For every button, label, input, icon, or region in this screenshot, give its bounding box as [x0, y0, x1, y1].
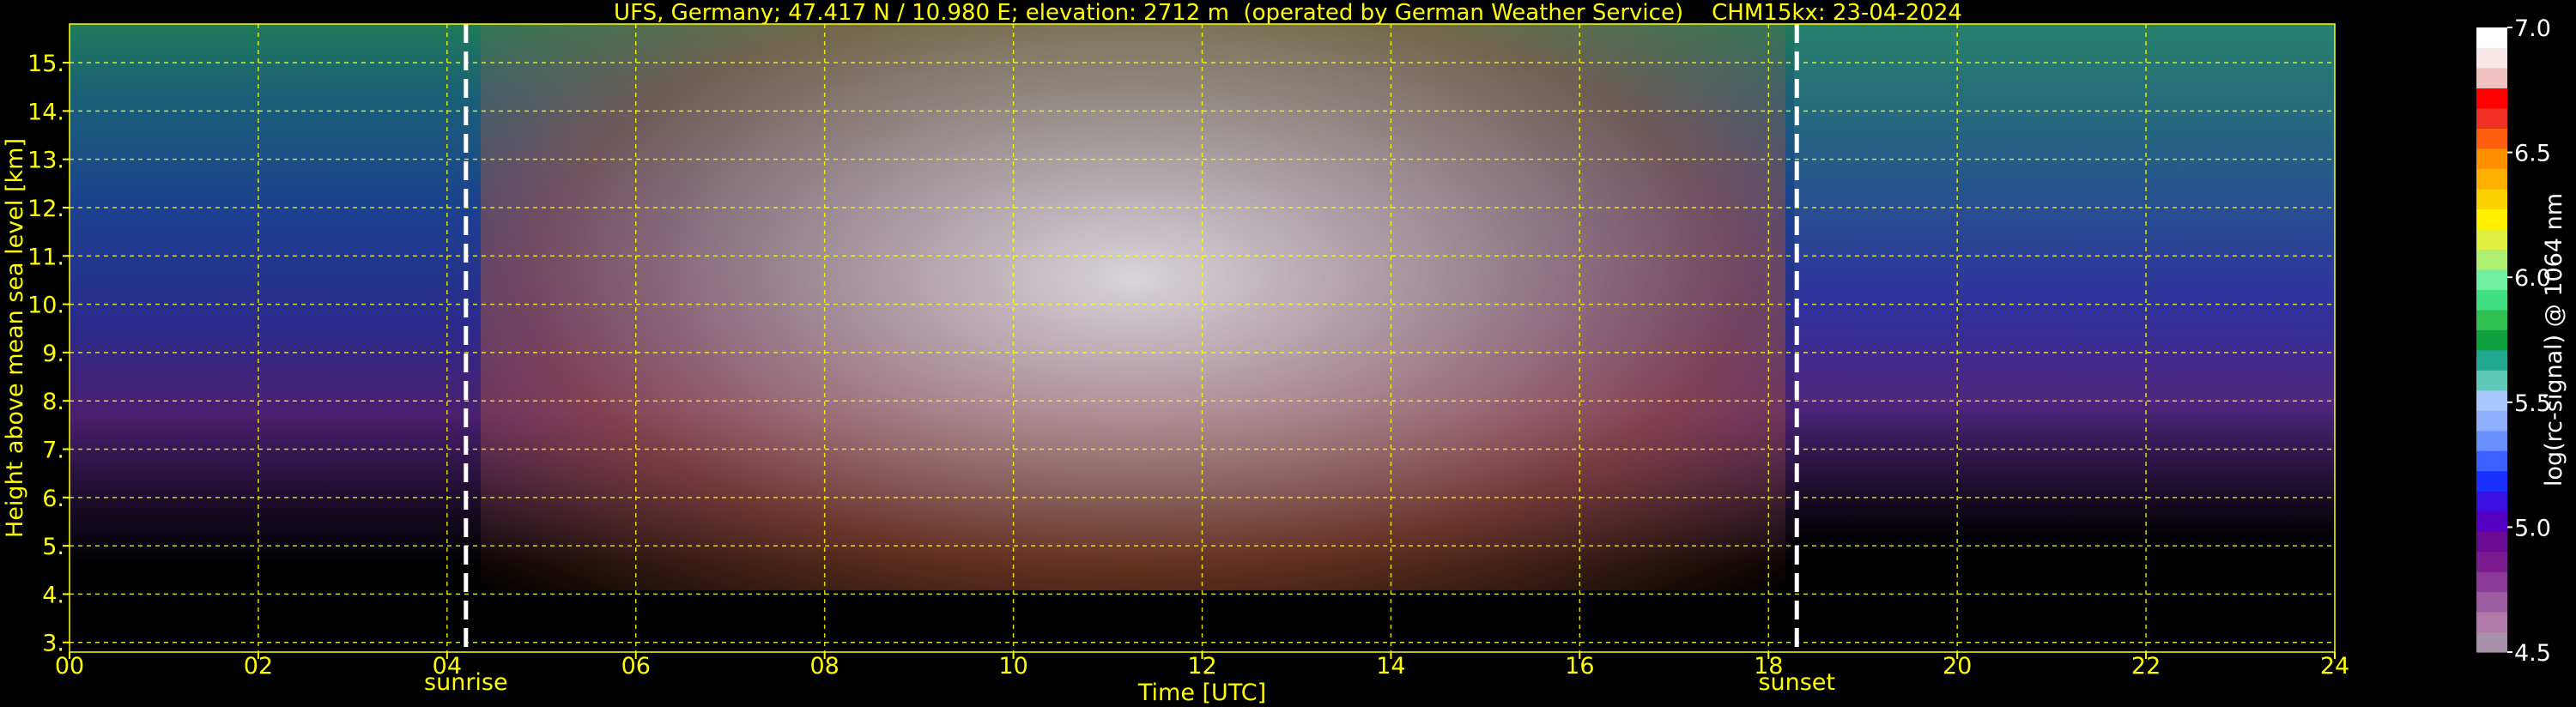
colorbar-segment-29: [2476, 47, 2507, 69]
colorbar-segment-3: [2476, 571, 2507, 593]
y-tick-label-9: 12.: [27, 196, 64, 222]
y-tick-label-5: 8.: [42, 389, 64, 415]
colorbar-label: log(rc-signal) @ 1064 nm: [2541, 193, 2567, 486]
x-axis-label: Time [UTC]: [1137, 680, 1266, 706]
y-tick-label-4: 7.: [42, 438, 64, 464]
y-tick-label-11: 14.: [27, 99, 64, 125]
colorbar-tick-label-4: 6.5: [2514, 141, 2551, 167]
colorbar-segment-24: [2476, 148, 2507, 169]
y-tick-label-8: 11.: [27, 244, 64, 270]
x-tick-label-10: 20: [1943, 653, 1972, 680]
colorbar-segment-1: [2476, 612, 2507, 633]
colorbar-segment-9: [2476, 450, 2507, 472]
colorbar-segment-27: [2476, 88, 2507, 109]
colorbar-segment-2: [2476, 591, 2507, 613]
colorbar-segment-20: [2476, 228, 2507, 250]
y-tick-label-0: 3.: [42, 631, 64, 657]
x-tick-label-4: 08: [809, 653, 839, 680]
colorbar-segment-25: [2476, 128, 2507, 149]
colorbar-segment-23: [2476, 168, 2507, 190]
y-tick-label-10: 13.: [27, 148, 64, 174]
colorbar-tick-label-0: 4.5: [2514, 640, 2551, 667]
y-tick-label-7: 10.: [27, 293, 64, 319]
colorbar-segment-16: [2476, 309, 2507, 330]
colorbar-segment-8: [2476, 470, 2507, 492]
colorbar-segment-10: [2476, 430, 2507, 451]
y-tick-label-6: 9.: [42, 341, 64, 367]
colorbar-segment-30: [2476, 27, 2507, 49]
x-tick-label-2: 04: [433, 653, 462, 680]
x-tick-label-11: 22: [2131, 653, 2161, 680]
y-axis-label: Height above mean sea level [km]: [2, 138, 28, 538]
ceilometer-figure: UFS, Germany; 47.417 N / 10.980 E; eleva…: [0, 0, 2576, 707]
colorbar-segment-5: [2476, 531, 2507, 553]
colorbar-tick-label-5: 7.0: [2514, 15, 2551, 42]
colorbar-segment-6: [2476, 511, 2507, 532]
colorbar-segment-4: [2476, 551, 2507, 572]
colorbar-segment-18: [2476, 269, 2507, 290]
colorbar-segment-7: [2476, 491, 2507, 512]
colorbar-segment-26: [2476, 107, 2507, 130]
x-tick-label-1: 02: [244, 653, 273, 680]
colorbar-tick-label-1: 5.0: [2514, 515, 2551, 541]
colorbar-segment-13: [2476, 370, 2507, 391]
chart-svg: sunrise sunset00 02 04 06 08 10 12 14 16 18 20 22 243…: [2, 15, 2567, 706]
x-tick-label-5: 10: [998, 653, 1027, 680]
x-tick-label-8: 16: [1565, 653, 1594, 680]
colorbar-segment-15: [2476, 329, 2507, 351]
colorbar-segment-12: [2476, 390, 2507, 411]
y-tick-label-12: 15.: [27, 51, 64, 77]
x-tick-label-12: 24: [2320, 653, 2349, 680]
x-tick-label-3: 06: [621, 653, 651, 680]
colorbar-segment-22: [2476, 188, 2507, 209]
colorbar-segment-21: [2476, 208, 2507, 230]
colorbar-segment-0: [2476, 631, 2507, 653]
colorbar-segment-28: [2476, 67, 2507, 89]
y-tick-label-2: 5.: [42, 534, 64, 560]
colorbar-segment-11: [2476, 410, 2507, 432]
y-tick-label-1: 4.: [42, 582, 64, 608]
x-tick-label-7: 14: [1376, 653, 1405, 680]
x-tick-label-9: 18: [1754, 653, 1783, 680]
colorbar-segment-14: [2476, 349, 2507, 371]
y-tick-label-3: 6.: [42, 486, 64, 512]
x-tick-label-6: 12: [1187, 653, 1216, 680]
colorbar-segment-17: [2476, 289, 2507, 311]
colorbar-segment-19: [2476, 249, 2507, 270]
